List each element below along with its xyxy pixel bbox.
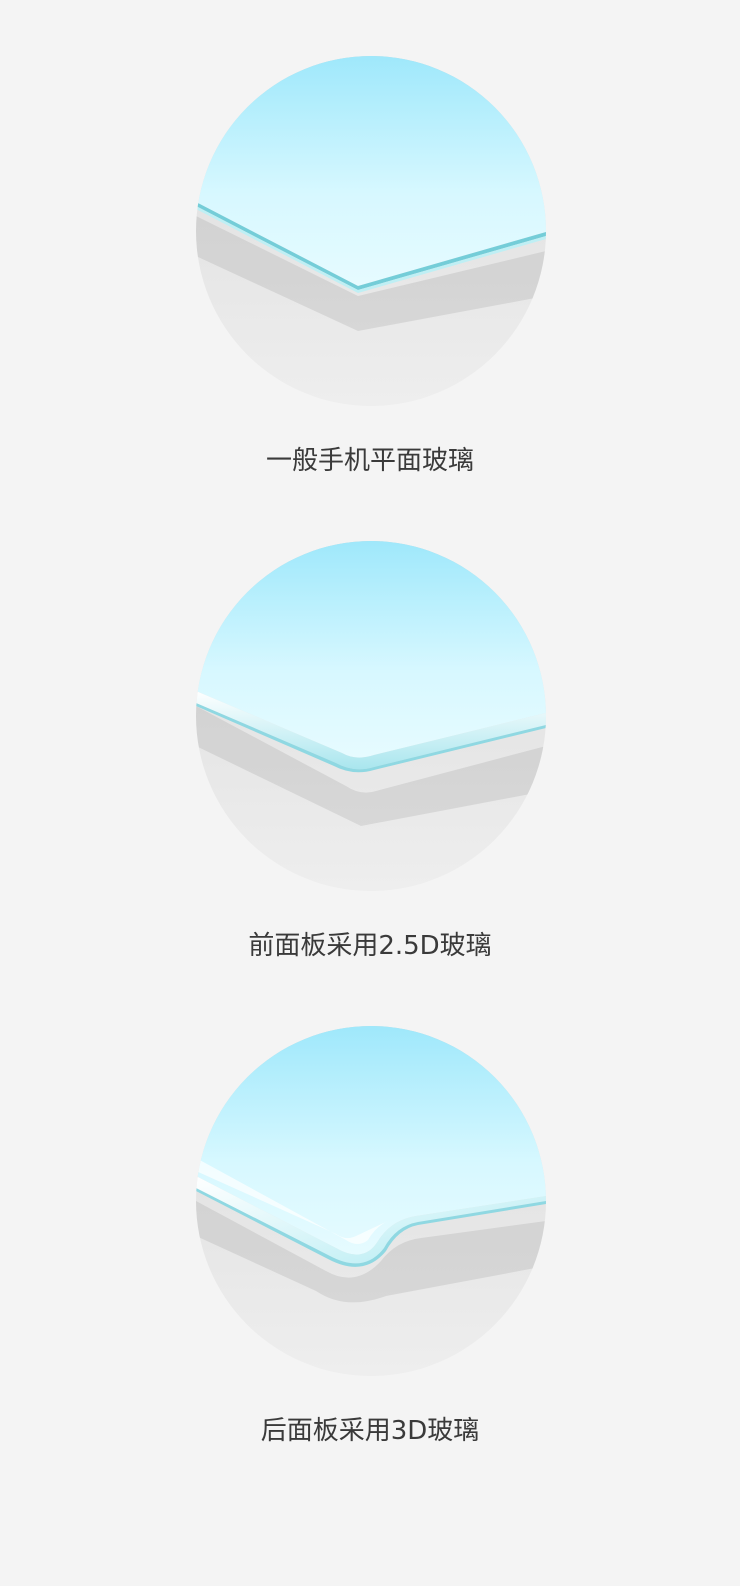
flat-glass-caption: 一般手机平面玻璃 [265,446,474,476]
flat-glass-illustration [196,56,546,406]
2-5d-glass-illustration [196,541,546,891]
2-5d-glass-caption: 前面板采用2.5D玻璃 [248,931,492,961]
3d-glass-caption: 后面板采用3D玻璃 [260,1416,480,1446]
3d-glass-illustration [196,1026,546,1376]
